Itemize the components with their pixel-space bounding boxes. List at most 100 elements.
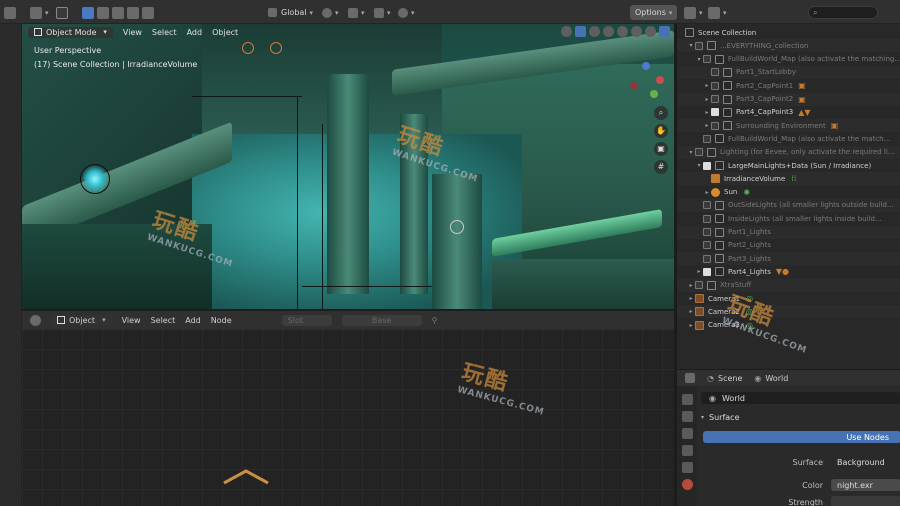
axis-z-icon[interactable] bbox=[642, 62, 650, 70]
outliner-row[interactable]: ▸ Sun ✺ bbox=[677, 186, 900, 199]
expand-toggle-icon[interactable]: ▾ bbox=[687, 42, 695, 49]
data-badge-icon[interactable]: ◎ bbox=[746, 294, 753, 303]
outliner-row[interactable]: ▾ ...EVERYTHING_collection bbox=[677, 39, 900, 53]
exclude-checkbox[interactable] bbox=[695, 281, 703, 290]
camera-view-icon[interactable]: ▣ bbox=[654, 142, 668, 156]
data-badge-icon[interactable]: ▣ bbox=[798, 95, 806, 104]
data-badge-icon[interactable]: ✺ bbox=[743, 188, 750, 197]
light-object-icon[interactable] bbox=[80, 164, 110, 194]
options-dropdown[interactable]: Options ▾ bbox=[630, 5, 678, 20]
outliner-row[interactable]: InsideLights (all smaller lights inside … bbox=[677, 212, 900, 225]
output-tab-icon[interactable] bbox=[681, 428, 693, 439]
exclude-checkbox[interactable] bbox=[711, 81, 719, 90]
view-layer-tab-icon[interactable] bbox=[681, 445, 693, 456]
node-menu-select[interactable]: Select bbox=[151, 316, 176, 325]
snap-target-dropdown[interactable]: ▾ bbox=[374, 5, 391, 20]
select-new-icon[interactable] bbox=[82, 6, 94, 19]
outliner-row[interactable]: ▸ Part4_Lights ▼● bbox=[677, 265, 900, 278]
perspective-grid-icon[interactable]: # bbox=[654, 160, 668, 174]
orientation-dropdown[interactable]: Global ▾ bbox=[268, 5, 313, 20]
shading-material-icon[interactable] bbox=[645, 26, 656, 37]
select-extend-icon[interactable] bbox=[97, 6, 109, 19]
outliner-row[interactable]: Part1_Lights bbox=[677, 225, 900, 239]
exclude-checkbox[interactable] bbox=[711, 68, 719, 77]
properties-editor-icon[interactable] bbox=[685, 373, 695, 383]
expand-toggle-icon[interactable]: ▾ bbox=[695, 56, 703, 63]
world-datablock[interactable]: ◉ World bbox=[701, 392, 900, 404]
select-invert-icon[interactable] bbox=[127, 6, 139, 19]
outliner-row[interactable]: ▸ Part4_CapPoint3 ▲▼ bbox=[677, 106, 900, 119]
expand-toggle-icon[interactable]: ▸ bbox=[703, 122, 711, 129]
zoom-icon[interactable]: ⌕ bbox=[654, 106, 668, 120]
world-datablock-field[interactable]: Base bbox=[341, 314, 422, 326]
outliner-row[interactable]: ▾ LargeMainLights+Data (Sun / Irradiance) bbox=[677, 159, 900, 172]
view-menu-icon-button[interactable]: ▾ bbox=[30, 5, 49, 20]
exclude-checkbox[interactable] bbox=[703, 134, 711, 143]
snap-toggle[interactable]: ▾ bbox=[348, 5, 365, 20]
world-tab-icon[interactable] bbox=[681, 479, 693, 490]
exclude-checkbox[interactable] bbox=[711, 108, 719, 117]
color-texture-field[interactable]: night.exr bbox=[831, 479, 900, 491]
node-menu-node[interactable]: Node bbox=[211, 316, 232, 325]
outliner-row[interactable]: Part2_Lights bbox=[677, 239, 900, 252]
axis-y-icon[interactable] bbox=[650, 90, 658, 98]
pivot-dropdown[interactable]: ▾ bbox=[322, 5, 339, 20]
outliner-row[interactable]: FullBuildWorld_Map (also activate the ma… bbox=[677, 132, 900, 145]
outliner-search-input[interactable]: ⌕ bbox=[808, 6, 878, 19]
node-object-selector[interactable]: Object ▾ bbox=[51, 314, 112, 326]
select-intersect-icon[interactable] bbox=[142, 6, 154, 19]
light-marker-icon[interactable] bbox=[242, 42, 254, 54]
scene-tab-icon[interactable] bbox=[681, 462, 693, 473]
sun-light-icon[interactable] bbox=[450, 220, 464, 234]
options-button[interactable]: Options ▾ bbox=[630, 5, 678, 20]
outliner-row[interactable]: ▸ Surrounding Environment ▣ bbox=[677, 119, 900, 133]
data-badge-icon[interactable]: ▼● bbox=[776, 267, 789, 276]
outliner-row[interactable]: Part1_StartLobby bbox=[677, 65, 900, 79]
outliner-row[interactable]: ▸ Part2_CapPoint1 ▣ bbox=[677, 79, 900, 92]
outliner-row[interactable]: ▸ XtraStuff bbox=[677, 278, 900, 292]
exclude-checkbox[interactable] bbox=[703, 161, 711, 170]
expand-toggle-icon[interactable]: ▸ bbox=[687, 295, 695, 302]
axis-neg-x-icon[interactable] bbox=[630, 82, 638, 90]
surface-section-header[interactable]: ▾ Surface bbox=[701, 410, 900, 424]
node-editor-canvas[interactable] bbox=[22, 329, 674, 506]
expand-toggle-icon[interactable]: ▸ bbox=[687, 322, 695, 329]
outliner-row[interactable]: Part3_Lights bbox=[677, 252, 900, 266]
tool-tab-icon[interactable] bbox=[681, 394, 693, 405]
display-mode-dropdown[interactable]: ▾ bbox=[708, 5, 727, 20]
data-badge-icon[interactable]: ◎ bbox=[746, 307, 753, 316]
expand-toggle-icon[interactable]: ▾ bbox=[695, 162, 703, 169]
expand-toggle-icon[interactable]: ▸ bbox=[695, 268, 703, 275]
shading-rendered-icon[interactable] bbox=[659, 26, 670, 37]
expand-toggle-icon[interactable]: ▸ bbox=[687, 308, 695, 315]
exclude-checkbox[interactable] bbox=[703, 228, 711, 236]
node-editor-type-icon[interactable] bbox=[30, 314, 41, 326]
data-badge-icon[interactable]: ▣ bbox=[798, 81, 806, 90]
pan-hand-icon[interactable]: ✋ bbox=[654, 124, 668, 138]
select-tool-button[interactable] bbox=[56, 5, 68, 20]
expand-toggle-icon[interactable]: ▾ bbox=[687, 149, 695, 156]
outliner-row[interactable]: Scene Collection bbox=[677, 26, 900, 39]
tab-world[interactable]: ◉ World bbox=[754, 374, 788, 383]
tab-scene[interactable]: ◔ Scene bbox=[707, 374, 742, 383]
exclude-checkbox[interactable] bbox=[711, 121, 719, 130]
data-badge-icon[interactable]: ▣ bbox=[831, 121, 839, 130]
expand-toggle-icon[interactable]: ▸ bbox=[703, 82, 711, 89]
shading-solid-icon[interactable] bbox=[631, 26, 642, 37]
slot-dropdown[interactable]: Slot bbox=[281, 314, 332, 326]
menu-select[interactable]: Select bbox=[152, 28, 177, 37]
render-tab-icon[interactable] bbox=[681, 411, 693, 422]
strength-field[interactable] bbox=[831, 496, 900, 506]
proportional-edit-toggle[interactable]: ▾ bbox=[398, 5, 415, 20]
outliner-row[interactable]: OutSideLights (all smaller lights outsid… bbox=[677, 198, 900, 212]
outliner-row[interactable]: ▸ Camera3 ◎ bbox=[677, 319, 900, 332]
expand-toggle-icon[interactable]: ▸ bbox=[687, 282, 695, 289]
mode-selector[interactable]: Object Mode ▾ bbox=[28, 26, 113, 38]
visibility-icon[interactable] bbox=[561, 26, 572, 37]
3d-viewport[interactable]: Object Mode ▾ View Select Add Object Use… bbox=[22, 24, 674, 309]
outliner-editor-type[interactable]: ▾ bbox=[684, 5, 703, 20]
exclude-checkbox[interactable] bbox=[695, 41, 703, 50]
node-menu-add[interactable]: Add bbox=[185, 316, 201, 325]
menu-view[interactable]: View bbox=[123, 28, 142, 37]
overlay-icon[interactable] bbox=[589, 26, 600, 37]
